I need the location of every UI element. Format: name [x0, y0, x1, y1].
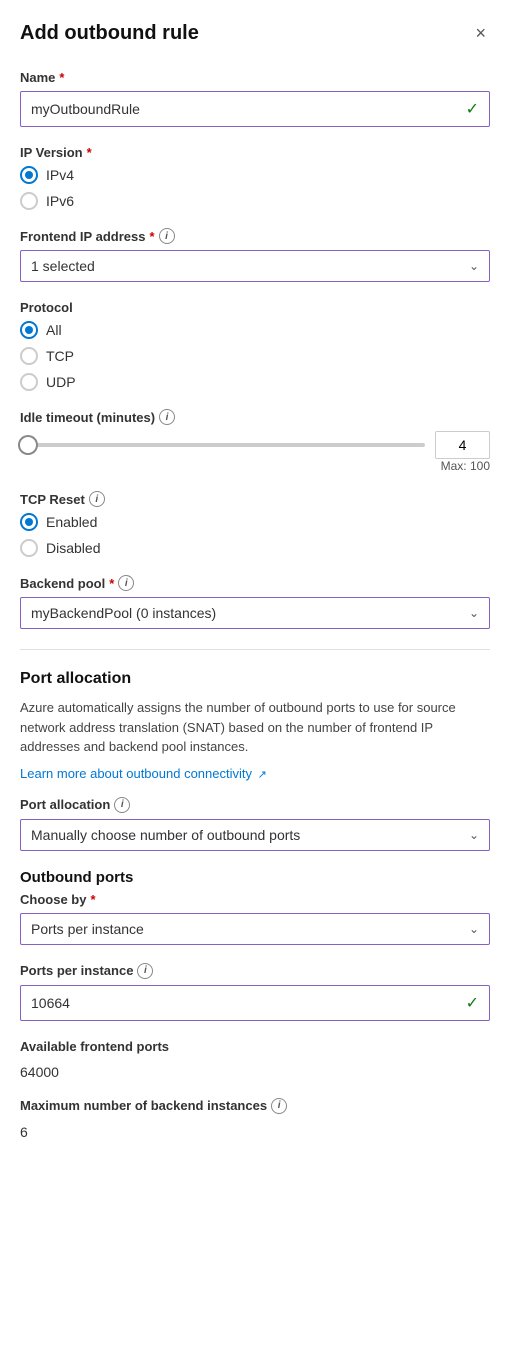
port-allocation-title: Port allocation: [20, 670, 490, 688]
port-allocation-chevron-icon: ⌄: [469, 828, 479, 842]
frontend-ip-dropdown[interactable]: 1 selected ⌄: [20, 250, 490, 282]
ports-per-instance-info-icon[interactable]: i: [137, 963, 153, 979]
radio-item-disabled[interactable]: Disabled: [20, 539, 490, 557]
port-allocation-section: Port allocation Azure automatically assi…: [20, 670, 490, 1144]
radio-label-udp: UDP: [46, 374, 76, 390]
backend-pool-label: Backend pool * i: [20, 575, 490, 591]
tcp-reset-radio-group: Enabled Disabled: [20, 513, 490, 557]
name-field-group: Name * ✓: [20, 70, 490, 127]
port-allocation-label: Port allocation i: [20, 797, 490, 813]
tcp-reset-info-icon[interactable]: i: [89, 491, 105, 507]
max-backend-label: Maximum number of backend instances i: [20, 1098, 490, 1114]
choose-by-required: *: [90, 892, 95, 907]
ports-per-instance-label: Ports per instance i: [20, 963, 490, 979]
backend-pool-chevron-icon: ⌄: [469, 606, 479, 620]
radio-item-ipv4[interactable]: IPv4: [20, 166, 490, 184]
port-allocation-value: Manually choose number of outbound ports: [31, 827, 300, 843]
name-input[interactable]: [31, 101, 466, 117]
backend-pool-required: *: [109, 576, 114, 591]
radio-enabled[interactable]: [20, 513, 38, 531]
protocol-field-group: Protocol All TCP UDP: [20, 300, 490, 391]
radio-ipv6[interactable]: [20, 192, 38, 210]
max-backend-field-row: Maximum number of backend instances i 6: [20, 1098, 490, 1144]
frontend-ip-field-group: Frontend IP address * i 1 selected ⌄: [20, 228, 490, 282]
radio-label-ipv6: IPv6: [46, 193, 74, 209]
backend-pool-info-icon[interactable]: i: [118, 575, 134, 591]
learn-more-link[interactable]: Learn more about outbound connectivity ↗: [20, 766, 267, 781]
ip-version-required: *: [87, 145, 92, 160]
radio-label-disabled: Disabled: [46, 540, 100, 556]
max-backend-value: 6: [20, 1120, 490, 1144]
choose-by-label: Choose by *: [20, 892, 490, 907]
tcp-reset-field-group: TCP Reset i Enabled Disabled: [20, 491, 490, 557]
ports-per-instance-field-group: Ports per instance i ✓: [20, 963, 490, 1021]
choose-by-field-group: Choose by * Ports per instance ⌄: [20, 892, 490, 945]
idle-timeout-info-icon[interactable]: i: [159, 409, 175, 425]
available-frontend-field-row: Available frontend ports 64000: [20, 1039, 490, 1084]
close-button[interactable]: ×: [471, 20, 490, 46]
radio-udp[interactable]: [20, 373, 38, 391]
frontend-ip-value: 1 selected: [31, 258, 95, 274]
idle-timeout-label: Idle timeout (minutes) i: [20, 409, 490, 425]
radio-item-all[interactable]: All: [20, 321, 490, 339]
available-frontend-label: Available frontend ports: [20, 1039, 490, 1054]
radio-item-udp[interactable]: UDP: [20, 373, 490, 391]
name-required: *: [59, 70, 64, 85]
idle-timeout-slider-group: [20, 431, 490, 459]
port-allocation-description: Azure automatically assigns the number o…: [20, 698, 490, 757]
protocol-radio-group: All TCP UDP: [20, 321, 490, 391]
choose-by-chevron-icon: ⌄: [469, 922, 479, 936]
radio-label-all: All: [46, 322, 62, 338]
name-check-icon: ✓: [466, 99, 479, 119]
backend-pool-dropdown[interactable]: myBackendPool (0 instances) ⌄: [20, 597, 490, 629]
radio-label-enabled: Enabled: [46, 514, 97, 530]
available-frontend-value: 64000: [20, 1060, 490, 1084]
port-allocation-field-group: Port allocation i Manually choose number…: [20, 797, 490, 851]
radio-tcp[interactable]: [20, 347, 38, 365]
name-label: Name *: [20, 70, 490, 85]
radio-disabled[interactable]: [20, 539, 38, 557]
radio-item-enabled[interactable]: Enabled: [20, 513, 490, 531]
choose-by-value: Ports per instance: [31, 921, 144, 937]
radio-ipv4[interactable]: [20, 166, 38, 184]
slider-track[interactable]: [20, 443, 425, 447]
radio-label-tcp: TCP: [46, 348, 74, 364]
section-divider: [20, 649, 490, 650]
idle-timeout-field-group: Idle timeout (minutes) i Max: 100: [20, 409, 490, 473]
tcp-reset-label: TCP Reset i: [20, 491, 490, 507]
idle-timeout-input[interactable]: [435, 431, 490, 459]
radio-item-ipv6[interactable]: IPv6: [20, 192, 490, 210]
port-allocation-info-icon[interactable]: i: [114, 797, 130, 813]
frontend-ip-label: Frontend IP address * i: [20, 228, 490, 244]
page-title: Add outbound rule: [20, 22, 199, 45]
external-link-icon: ↗: [258, 769, 267, 781]
backend-pool-field-group: Backend pool * i myBackendPool (0 instan…: [20, 575, 490, 629]
choose-by-dropdown[interactable]: Ports per instance ⌄: [20, 913, 490, 945]
backend-pool-value: myBackendPool (0 instances): [31, 605, 216, 621]
ip-version-radio-group: IPv4 IPv6: [20, 166, 490, 210]
ip-version-label: IP Version *: [20, 145, 490, 160]
protocol-label: Protocol: [20, 300, 490, 315]
radio-label-ipv4: IPv4: [46, 167, 74, 183]
frontend-ip-info-icon[interactable]: i: [159, 228, 175, 244]
ports-per-instance-input-wrapper[interactable]: ✓: [20, 985, 490, 1021]
outbound-ports-title: Outbound ports: [20, 869, 490, 886]
ports-per-instance-check-icon: ✓: [466, 993, 479, 1013]
frontend-ip-chevron-icon: ⌄: [469, 259, 479, 273]
max-backend-info-icon[interactable]: i: [271, 1098, 287, 1114]
outbound-ports-section: Outbound ports Choose by * Ports per ins…: [20, 869, 490, 1144]
learn-more-text: Learn more about outbound connectivity: [20, 766, 252, 781]
radio-all[interactable]: [20, 321, 38, 339]
ports-per-instance-input[interactable]: [31, 995, 466, 1011]
radio-item-tcp[interactable]: TCP: [20, 347, 490, 365]
ip-version-field-group: IP Version * IPv4 IPv6: [20, 145, 490, 210]
name-input-wrapper[interactable]: ✓: [20, 91, 490, 127]
frontend-ip-required: *: [149, 229, 154, 244]
port-allocation-dropdown[interactable]: Manually choose number of outbound ports…: [20, 819, 490, 851]
idle-timeout-max-label: Max: 100: [20, 459, 490, 473]
slider-thumb[interactable]: [20, 437, 36, 453]
